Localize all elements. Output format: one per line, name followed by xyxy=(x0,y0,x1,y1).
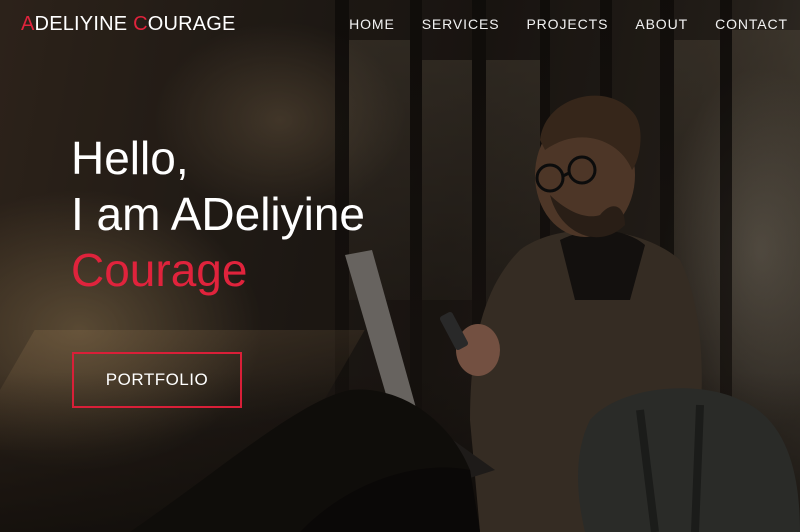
headline-intro: I am ADeliyine xyxy=(71,188,366,240)
hero-section: ADELIYINE COURAGE HOME SERVICES PROJECTS… xyxy=(0,0,800,532)
portfolio-button[interactable]: PORTFOLIO xyxy=(72,352,242,408)
top-navbar: ADELIYINE COURAGE HOME SERVICES PROJECTS… xyxy=(0,0,800,50)
main-nav: HOME SERVICES PROJECTS ABOUT CONTACT xyxy=(349,16,788,32)
site-logo[interactable]: ADELIYINE COURAGE xyxy=(21,13,236,36)
nav-contact-link[interactable]: CONTACT xyxy=(715,16,788,32)
headline-greeting: Hello, xyxy=(71,132,189,184)
logo-text-part: OURAGE xyxy=(147,13,236,35)
nav-services-link[interactable]: SERVICES xyxy=(422,16,500,32)
hero-headline: Hello, I am ADeliyine Courage xyxy=(71,130,365,298)
nav-about-link[interactable]: ABOUT xyxy=(635,16,688,32)
logo-accent-letter: C xyxy=(133,13,148,35)
headline-name-accent: Courage xyxy=(71,244,248,296)
logo-accent-letter: A xyxy=(21,13,35,35)
logo-text-part: DELIYINE xyxy=(34,13,128,35)
nav-home-link[interactable]: HOME xyxy=(349,16,395,32)
nav-projects-link[interactable]: PROJECTS xyxy=(526,16,608,32)
